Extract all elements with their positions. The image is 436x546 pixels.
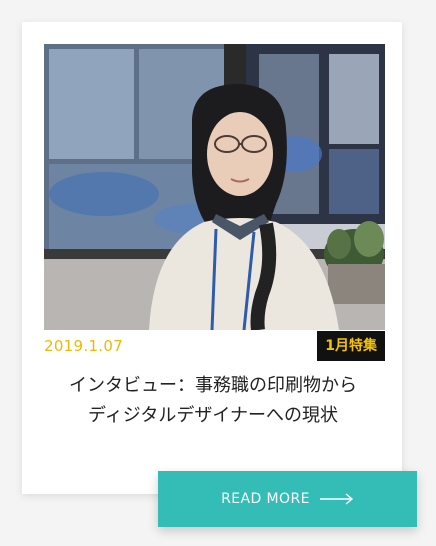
article-photo[interactable] <box>44 44 385 330</box>
read-more-button[interactable]: READ MORE <box>158 471 417 527</box>
article-title-line-1: インタビュー：事務職の印刷物から <box>69 375 357 396</box>
long-arrow-right-icon <box>319 493 353 505</box>
article-date: 2019.1.07 <box>44 337 124 355</box>
article-title[interactable]: インタビュー：事務職の印刷物から ディジタルデザイナーへの現状 <box>42 371 384 431</box>
article-title-line-2: ディジタルデザイナーへの現状 <box>87 405 339 426</box>
category-badge[interactable]: 1月特集 <box>317 331 385 361</box>
plant-graphic <box>324 221 385 304</box>
read-more-label: READ MORE <box>221 491 310 507</box>
article-meta: 2019.1.07 1月特集 <box>44 331 385 361</box>
article-card[interactable]: 2019.1.07 1月特集 インタビュー：事務職の印刷物から ディジタルデザイ… <box>22 22 402 494</box>
